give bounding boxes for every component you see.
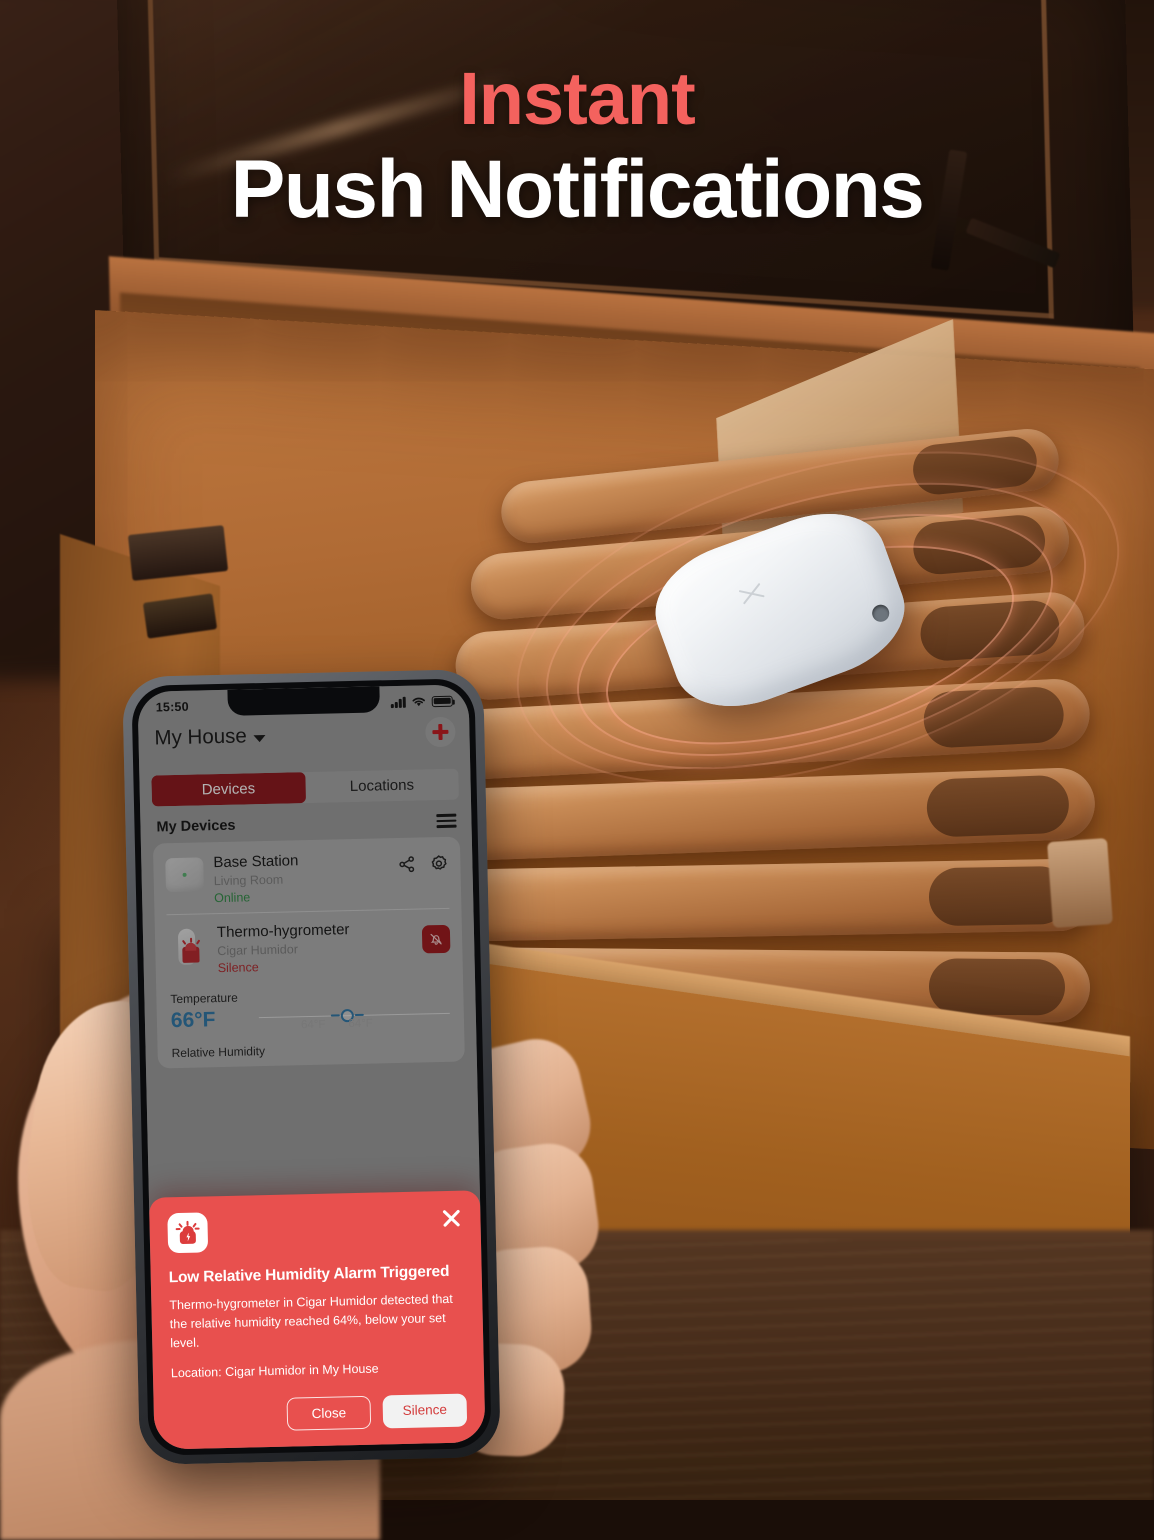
temperature-range-slider[interactable]: 64°F 64°F — [258, 1001, 451, 1031]
plus-icon — [432, 724, 448, 740]
metric-value: 66°F — [170, 1007, 216, 1032]
device-status: Online — [213, 890, 251, 905]
close-button[interactable]: Close — [286, 1395, 372, 1431]
tab-locations[interactable]: Locations — [305, 769, 459, 803]
push-notification-alert: Low Relative Humidity Alarm Triggered Th… — [148, 1190, 486, 1450]
chevron-down-icon — [253, 734, 266, 742]
siren-glyph — [175, 1220, 200, 1245]
thermo-hygrometer-icon — [167, 926, 208, 967]
range-high-label: 64°F — [348, 1017, 374, 1030]
device-row-base-station[interactable]: Base Station Living Room Online — [153, 839, 461, 915]
device-name: Base Station — [213, 852, 299, 872]
alarm-siren-icon — [167, 1212, 209, 1254]
alert-location: Location: Cigar Humidor in My House — [170, 1361, 379, 1381]
house-selector[interactable]: My House — [154, 724, 266, 751]
device-info: Base Station Living Room Online — [213, 850, 388, 905]
alert-actions: Close Silence — [172, 1393, 468, 1434]
humidor-clasp — [1047, 838, 1113, 928]
status-bar-indicators — [390, 695, 453, 708]
smartphone: 15:50 My House Devices Locations My Devi… — [122, 669, 501, 1465]
metric-temperature: Temperature 66°F 64°F 64°F — [156, 977, 464, 1034]
device-row-actions — [397, 849, 449, 874]
wifi-icon — [412, 697, 425, 707]
device-status: Silence — [217, 959, 259, 975]
share-icon[interactable] — [397, 855, 416, 874]
battery-icon — [431, 695, 453, 707]
hamburger-icon[interactable] — [436, 813, 457, 829]
cellular-bars-icon — [390, 696, 406, 708]
siren-ray — [175, 1228, 181, 1231]
base-station-icon — [165, 857, 204, 893]
phone-screen[interactable]: 15:50 My House Devices Locations My Devi… — [137, 684, 486, 1450]
alert-body: Thermo-hygrometer in Cigar Humidor detec… — [169, 1291, 453, 1351]
close-icon[interactable] — [440, 1207, 462, 1229]
device-row-thermo-hygrometer[interactable]: Thermo-hygrometer Cigar Humidor Silence — [155, 908, 463, 984]
range-low-label: 64°F — [300, 1018, 326, 1031]
alert-header — [167, 1207, 463, 1254]
phone-bezel: 15:50 My House Devices Locations My Devi… — [131, 678, 492, 1456]
status-bar-time: 15:50 — [155, 699, 189, 715]
section-title: My Devices — [156, 817, 236, 836]
add-device-button[interactable] — [425, 716, 456, 748]
metric-relative-humidity: Relative Humidity — [157, 1027, 465, 1060]
device-location: Living Room — [213, 872, 284, 888]
device-info: Thermo-hygrometer Cigar Humidor Silence — [217, 919, 413, 975]
metric-label: Relative Humidity — [171, 1043, 266, 1060]
gear-icon[interactable] — [429, 854, 448, 873]
device-card: Base Station Living Room Online Thermo-h… — [152, 836, 465, 1068]
house-name-label: My House — [154, 724, 248, 750]
app-header: My House — [138, 712, 470, 763]
siren-ray — [194, 1227, 200, 1230]
bell-slash-icon[interactable] — [421, 924, 451, 954]
tab-devices[interactable]: Devices — [151, 772, 306, 807]
silence-button[interactable]: Silence — [382, 1393, 468, 1429]
siren-base — [179, 1230, 196, 1245]
slider-range-labels: 64°F 64°F — [301, 1017, 373, 1031]
cigar — [454, 858, 1096, 942]
alarm-badge-icon — [182, 946, 200, 963]
alarm-ray — [195, 939, 201, 945]
alert-title: Low Relative Humidity Alarm Triggered — [168, 1262, 450, 1287]
